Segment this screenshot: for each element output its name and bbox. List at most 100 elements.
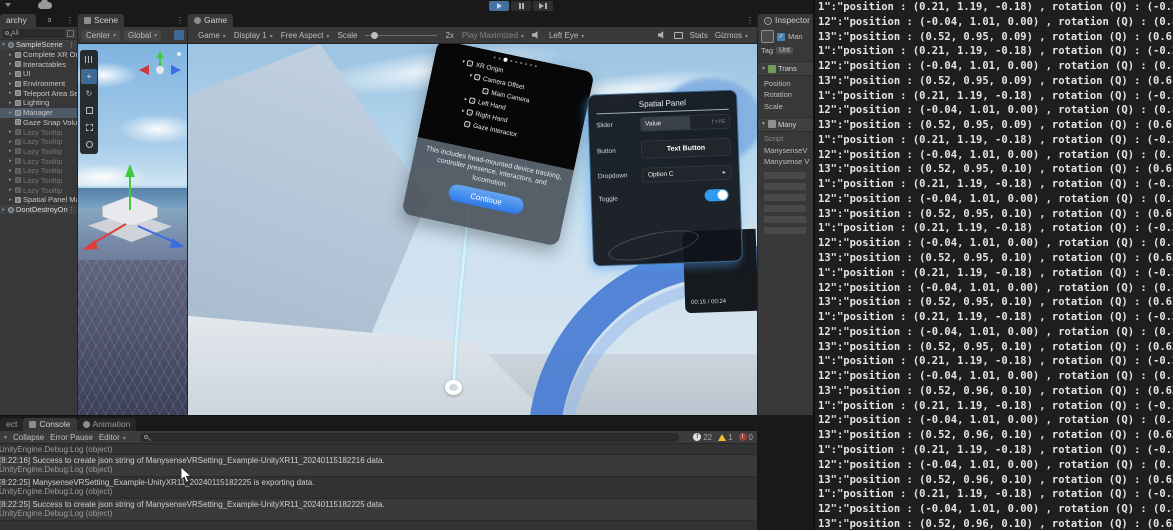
console-log-list[interactable]: UnityEngine.Debug:Log (object) [8:22:16]… [0,444,757,530]
hierarchy-tree[interactable]: ▾ SampleScene ▸ Complete XR Ori ▸ Intera… [0,40,77,415]
hierarchy-item[interactable]: ▸ Interactables [0,59,77,69]
hierarchy-item[interactable]: ▸ Lazy Tooltip [0,147,77,157]
text-button[interactable]: Text Button [640,137,732,159]
scene-menu-icon[interactable] [68,206,77,214]
gameobject-icon [15,51,21,58]
transform-tool[interactable] [81,137,97,152]
option-dropdown[interactable]: Option C ▸ [641,164,733,183]
eye-dropdown[interactable]: Left Eye [549,31,584,40]
hierarchy-item[interactable]: ▸ Environment [0,79,77,89]
game-mode-dropdown[interactable]: Game [198,31,226,40]
orientation-dropdown[interactable]: Global [124,29,162,41]
game-viewport[interactable]: 00:15 / 00:24 ▾ XR Origin ▾ Camera Offse… [188,44,757,415]
pane-caret-icon[interactable]: ▾ [4,434,7,441]
hierarchy-item[interactable]: ▸ Lazy Tooltip [0,137,77,147]
value-slider[interactable]: Value TYPE [639,113,731,132]
gizmos-dropdown[interactable]: Gizmos [715,31,748,40]
vr-spatial-panel[interactable]: Spatial Panel Slider Value TYPE Button T… [587,89,743,267]
transform-title: Trans [777,64,797,73]
tab-project[interactable]: ect [0,418,24,431]
tab-animation[interactable]: Animation [76,418,137,431]
tab-scene[interactable]: Scene [78,14,125,27]
hierarchy-item[interactable]: ▸ Lazy Tooltip [0,156,77,166]
script-component-header[interactable]: ▼ Many [758,116,813,132]
hierarchy-item[interactable]: ▸ Lighting [0,98,77,108]
hierarchy-item[interactable]: ▸ UI [0,69,77,79]
mute-audio-icon[interactable] [531,31,538,39]
transform-row-label: Position [764,78,791,88]
account-caret-icon[interactable] [5,3,11,7]
scale-slider-knob[interactable] [371,31,379,39]
hierarchy-item[interactable]: ▸ Lazy Tooltip [0,166,77,176]
active-checkbox[interactable]: ✓ [777,32,785,41]
rect-tool[interactable] [81,120,97,135]
error-pause-button[interactable]: Error Pause [50,433,93,442]
console-log-entry[interactable]: UnityEngine.Debug:Log (object) [0,444,757,455]
info-count-badge[interactable]: ! 22 [693,433,712,442]
toggle-switch[interactable] [704,188,729,202]
hierarchy-item[interactable]: ▸ DontDestroyOn [0,204,77,215]
hierarchy-search-input[interactable]: All [3,28,65,38]
scene-viewport[interactable]: + ↻ [78,44,187,415]
hierarchy-item[interactable]: ▾ SampleScene [0,40,77,50]
tab-inspector[interactable]: i Inspector [758,14,813,27]
pivot-dropdown[interactable]: Center [82,29,121,41]
console-search-input[interactable] [139,432,680,442]
hierarchy-item[interactable]: ▸ Lazy Tooltip [0,176,77,186]
hierarchy-item-label: Teleport Area Se [23,88,77,98]
warning-count-badge[interactable]: 1 [718,433,733,442]
hierarchy-item[interactable]: ▸ Manager [0,107,77,118]
transform-component-header[interactable]: ▼ Trans [758,61,813,76]
tab-game[interactable]: Game [188,14,234,27]
pause-button[interactable] [511,1,531,11]
hierarchy-item[interactable]: ▸ Teleport Area Se [0,88,77,98]
scale-slider[interactable] [365,31,438,39]
playmode-controls [489,1,553,11]
external-log-terminal[interactable]: 1":"position : (0.21, 1.19, -0.18) , rot… [813,0,1173,530]
tag-dropdown[interactable]: Unt [776,47,793,54]
hierarchy-item[interactable]: ▸ Lazy Tooltip [0,127,77,137]
play-maximized-dropdown[interactable]: Play Maximized [462,31,524,40]
hierarchy-item-label: DontDestroyOn [16,205,68,215]
tab-console[interactable]: Console [23,418,77,431]
console-log-entry[interactable]: [8:22:25] Success to create json string … [0,499,757,521]
editor-dropdown[interactable]: Editor [99,433,126,442]
hand-tool[interactable] [81,52,97,67]
orientation-gizmo[interactable] [135,48,185,90]
gameobject-icon [15,177,21,184]
scale-tool[interactable] [81,103,97,118]
error-count-badge[interactable]: ! 0 [738,433,753,442]
play-button[interactable] [489,1,509,11]
collapse-button[interactable]: Collapse [13,433,44,442]
terminal-log-line: 13":"position : (0.52, 0.96, 0.10) , rot… [818,429,1173,442]
panel-menu-icon[interactable] [173,14,187,27]
auto-lock-icon[interactable]: a [47,14,51,27]
move-tool[interactable]: + [81,69,97,84]
stats-button[interactable]: Stats [690,31,708,40]
hierarchy-item[interactable]: Gaze Snap Volur [0,118,77,128]
column-toggle-icon[interactable] [67,29,74,37]
tab-hierarchy[interactable]: archy [0,14,36,27]
console-tab-label: Console [39,419,71,429]
grid-toggle-icon[interactable] [174,30,184,40]
object-name-field[interactable]: Man [788,32,803,41]
rotate-tool[interactable]: ↻ [81,86,97,101]
hierarchy-item[interactable]: ▸ Lazy Tooltip [0,185,77,195]
scene-panel: Scene Center Global [78,12,188,415]
hierarchy-item-label: Lazy Tooltip [23,137,63,147]
console-log-entry[interactable]: [8:22:25] ManysenseVRSetting_Example-Uni… [0,477,757,499]
aspect-dropdown[interactable]: Free Aspect [281,31,330,40]
log-message: [8:22:16] Success to create json string … [0,456,385,465]
scene-menu-icon[interactable] [68,41,77,49]
hierarchy-item[interactable]: ▸ Complete XR Ori [0,50,77,60]
console-log-entry[interactable]: [8:22:16] Success to create json string … [0,455,757,477]
vsync-icon[interactable] [673,31,683,39]
speaker-icon[interactable] [657,31,664,39]
panel-menu-icon[interactable] [743,14,757,27]
panel-menu-icon[interactable] [63,14,77,27]
display-dropdown[interactable]: Display 1 [234,31,273,40]
step-button[interactable] [533,1,553,11]
hierarchy-item[interactable]: ▸ Spatial Panel Ma [0,195,77,205]
cloud-icon[interactable] [38,0,52,9]
dropdown-arrow-icon: ▸ [722,169,726,176]
